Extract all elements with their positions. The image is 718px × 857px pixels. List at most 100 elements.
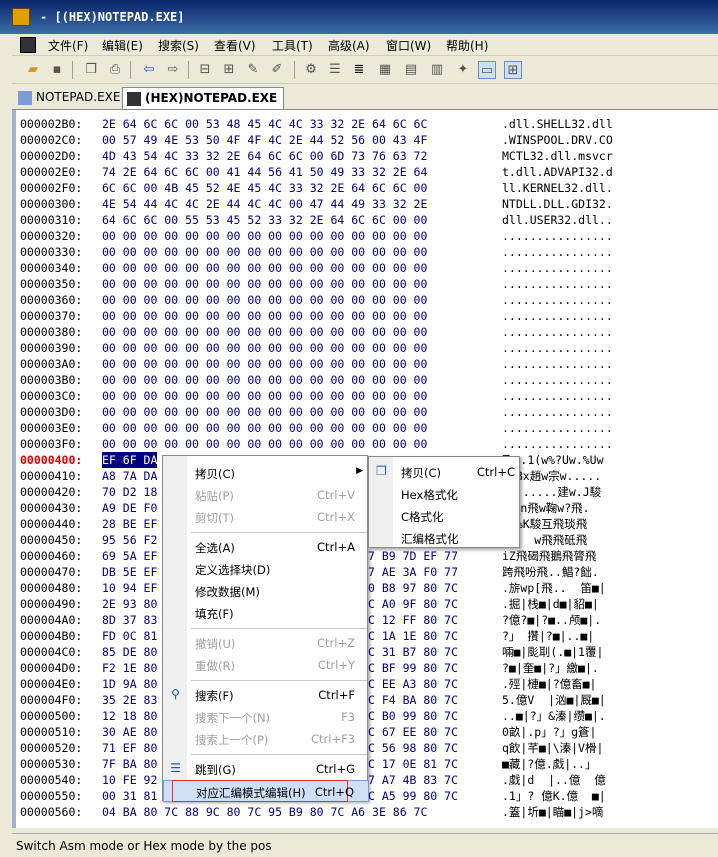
ascii-text[interactable]: ll.KERNEL32.dll.: [502, 180, 613, 196]
hex-row[interactable]: 000003C0: 00 00 00 00 00 00 00 00 00 00 0…: [20, 388, 718, 404]
ascii-text[interactable]: ................: [502, 244, 613, 260]
ascii-text[interactable]: .戱|d |..億 億: [502, 772, 606, 788]
hex-bytes[interactable]: 69 5A EF: [102, 548, 157, 564]
hex-bytes[interactable]: A9 DE F0: [102, 500, 157, 516]
context-item[interactable]: 粘贴(P) Ctrl+V: [163, 484, 369, 506]
hex-row[interactable]: 000002F0: 6C 6C 00 4B 45 52 4E 45 4C 33 3…: [20, 180, 718, 196]
ascii-text[interactable]: ................: [502, 292, 613, 308]
ascii-text[interactable]: MCTL32.dll.msvcr: [502, 148, 613, 164]
hex-bytes-tail[interactable]: 0 B8 97 80 7C: [368, 580, 458, 596]
hex-row[interactable]: 000003A0: 00 00 00 00 00 00 00 00 00 00 0…: [20, 356, 718, 372]
menu-edit[interactable]: 编辑(E): [102, 37, 143, 54]
hex-bytes[interactable]: 00 00 00 00 00 00 00 00 00 00 00 00 00 0…: [102, 388, 427, 404]
hex-bytes[interactable]: 00 00 00 00 00 00 00 00 00 00 00 00 00 0…: [102, 404, 427, 420]
context-item[interactable]: 剪切(T) Ctrl+X: [163, 506, 369, 528]
hex-row[interactable]: 00000340: 00 00 00 00 00 00 00 00 00 00 0…: [20, 260, 718, 276]
hex-bytes-tail[interactable]: C 1A 1E 80 7C: [368, 628, 458, 644]
ascii-text[interactable]: 0畝|.p」?」g篬|: [502, 724, 596, 740]
hex-bytes[interactable]: 00 57 49 4E 53 50 4F 4F 4C 2E 44 52 56 0…: [102, 132, 427, 148]
hex-bytes[interactable]: 04 BA 80 7C 88 9C 80 7C 95 B9 80 7C A6 3…: [102, 804, 427, 820]
submenu-item[interactable]: 汇编格式化: [369, 527, 519, 549]
ascii-text[interactable]: .掘|栈■|d■|貂■|: [502, 596, 599, 612]
hex-row[interactable]: 000003B0: 00 00 00 00 00 00 00 00 00 00 0…: [20, 372, 718, 388]
hex-row[interactable]: 000002D0: 4D 43 54 4C 33 32 2E 64 6C 6C 0…: [20, 148, 718, 164]
ascii-text[interactable]: q飲|芊■|\溱|V榾|: [502, 740, 603, 756]
ascii-text[interactable]: ■藏|?億.戱|..」: [502, 756, 596, 772]
hex-bytes-tail[interactable]: C 56 98 80 7C: [368, 740, 458, 756]
patch-icon[interactable]: ✎: [244, 61, 262, 79]
hex-row[interactable]: 000003F0: 00 00 00 00 00 00 00 00 00 00 0…: [20, 436, 718, 452]
hex-bytes[interactable]: 64 6C 6C 00 55 53 45 52 33 32 2E 64 6C 6…: [102, 212, 427, 228]
menu-search[interactable]: 搜索(S): [158, 37, 199, 54]
hex-bytes[interactable]: 00 00 00 00 00 00 00 00 00 00 00 00 00 0…: [102, 324, 427, 340]
hex-bytes[interactable]: 30 AE 80: [102, 724, 157, 740]
ascii-text[interactable]: ................: [502, 436, 613, 452]
ascii-text[interactable]: ................: [502, 356, 613, 372]
ascii-text[interactable]: .dll.SHELL32.dll: [502, 116, 613, 132]
patch2-icon[interactable]: ✐: [268, 61, 286, 79]
app-icon[interactable]: [12, 8, 30, 26]
context-item[interactable]: 重做(R) Ctrl+Y: [163, 654, 369, 676]
hex-bytes[interactable]: 1D 9A 80: [102, 676, 157, 692]
back-arrow-icon[interactable]: ⇦: [140, 61, 158, 79]
context-item[interactable]: 撤销(U) Ctrl+Z: [163, 632, 369, 654]
hex-bytes-tail[interactable]: 7 A7 4B 83 7C: [368, 772, 458, 788]
ascii-text[interactable]: ?」 攢|?■|..■|: [502, 628, 594, 644]
hex-row[interactable]: 00000350: 00 00 00 00 00 00 00 00 00 00 0…: [20, 276, 718, 292]
hex-bytes[interactable]: F2 1E 80: [102, 660, 157, 676]
hex-row[interactable]: 00000560: 04 BA 80 7C 88 9C 80 7C 95 B9 8…: [20, 804, 718, 820]
hex-bytes[interactable]: 2E 64 6C 6C 00 53 48 45 4C 4C 33 32 2E 6…: [102, 116, 427, 132]
context-item[interactable]: 对应汇编模式编辑(H) Ctrl+Q: [163, 780, 369, 802]
hex-bytes[interactable]: 00 00 00 00 00 00 00 00 00 00 00 00 00 0…: [102, 308, 427, 324]
hex-bytes[interactable]: 74 2E 64 6C 6C 00 41 44 56 41 50 49 33 3…: [102, 164, 427, 180]
ascii-text[interactable]: ................: [502, 324, 613, 340]
context-item[interactable]: 填充(F): [163, 602, 369, 624]
cfg-icon[interactable]: ⚙: [302, 61, 320, 79]
submenu-item[interactable]: C格式化: [369, 505, 519, 527]
hex-bytes[interactable]: 00 00 00 00 00 00 00 00 00 00 00 00 00 0…: [102, 260, 427, 276]
hex-bytes[interactable]: 4D 43 54 4C 33 32 2E 64 6C 6C 00 6D 73 7…: [102, 148, 427, 164]
ascii-text[interactable]: ?億?■|?■..颅■|.: [502, 612, 601, 628]
list2-icon[interactable]: ≣: [350, 61, 368, 79]
ascii-text[interactable]: 5.億V |汹■|厩■|: [502, 692, 606, 708]
context-item[interactable]: 修改数据(M): [163, 580, 369, 602]
submenu-item[interactable]: Hex格式化: [369, 483, 519, 505]
ascii-text[interactable]: ................: [502, 228, 613, 244]
ascii-text[interactable]: .1」? 億K.億 ■|: [502, 788, 606, 804]
asm-icon[interactable]: ⊟: [196, 61, 214, 79]
hex-bytes[interactable]: A8 7A DA: [102, 468, 157, 484]
hex-row[interactable]: 00000360: 00 00 00 00 00 00 00 00 00 00 0…: [20, 292, 718, 308]
ascii-text[interactable]: .殌|槤■|?億畜■|: [502, 676, 596, 692]
hex-bytes-tail[interactable]: 7 B9 7D EF 77: [368, 548, 458, 564]
ascii-text[interactable]: t.dll.ADVAPI32.d: [502, 164, 613, 180]
menu-advanced[interactable]: 高级(A): [328, 37, 370, 54]
hex-bytes-tail[interactable]: C F4 BA 80 7C: [368, 692, 458, 708]
ascii-text[interactable]: .篕|圻■|瞄■|j>嘀: [502, 804, 603, 820]
context-item[interactable]: 搜索上一个(P) Ctrl+F3: [163, 728, 369, 750]
menu-help[interactable]: 帮助(H): [446, 37, 488, 54]
hex-bytes-tail[interactable]: C BF 99 80 7C: [368, 660, 458, 676]
hex-bytes-tail[interactable]: C A0 9F 80 7C: [368, 596, 458, 612]
hex-bytes[interactable]: 00 00 00 00 00 00 00 00 00 00 00 00 00 0…: [102, 244, 427, 260]
save-icon[interactable]: ▪: [48, 61, 66, 79]
ascii-text[interactable]: ?■|奎■|?」繳■|.: [502, 660, 599, 676]
grid2-icon[interactable]: ▤: [402, 61, 420, 79]
ascii-text[interactable]: .旂wp[飛.. 笛■|: [502, 580, 606, 596]
hex-bytes[interactable]: 35 2E 83: [102, 692, 157, 708]
copy-icon[interactable]: ❐: [82, 61, 100, 79]
hex-bytes[interactable]: 2E 93 80: [102, 596, 157, 612]
ascii-text[interactable]: ..■|?」&溱|缵■|.: [502, 708, 606, 724]
hex-bytes[interactable]: 7F BA 80: [102, 756, 157, 772]
hex-bytes[interactable]: 12 18 80: [102, 708, 157, 724]
hex-bytes-tail[interactable]: C 12 FF 80 7C: [368, 612, 458, 628]
context-item[interactable]: ☰ 跳到(G) Ctrl+G: [163, 758, 369, 780]
hex-bytes[interactable]: 00 00 00 00 00 00 00 00 00 00 00 00 00 0…: [102, 372, 427, 388]
hex-bytes[interactable]: 00 00 00 00 00 00 00 00 00 00 00 00 00 0…: [102, 420, 427, 436]
hex-bytes[interactable]: FD 0C 81: [102, 628, 157, 644]
hex-bytes-tail[interactable]: C 31 B7 80 7C: [368, 644, 458, 660]
hex-bytes[interactable]: 8D 37 83: [102, 612, 157, 628]
menu-file[interactable]: 文件(F): [48, 37, 88, 54]
hex-bytes[interactable]: 10 FE 92: [102, 772, 157, 788]
hex-row[interactable]: 00000310: 64 6C 6C 00 55 53 45 52 33 32 2…: [20, 212, 718, 228]
hex-bytes[interactable]: 00 00 00 00 00 00 00 00 00 00 00 00 00 0…: [102, 356, 427, 372]
